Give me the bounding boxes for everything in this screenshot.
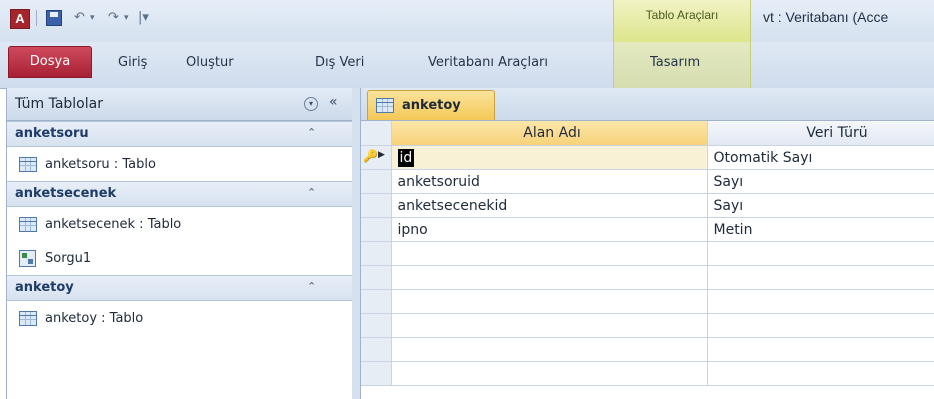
tab-home[interactable]: Giriş: [118, 55, 147, 70]
field-name-value: id: [397, 148, 415, 167]
current-row-pointer-icon: ▶: [378, 150, 385, 160]
nav-item-label: Sorgu1: [45, 251, 92, 266]
document-area: anketoy Alan Adı Veri Türü 🔑 ▶ id Otomat…: [361, 88, 934, 399]
nav-group-anketoy[interactable]: anketoy ⌃: [7, 275, 353, 301]
row-selector[interactable]: [361, 169, 392, 194]
tab-design[interactable]: Tasarım: [650, 55, 700, 70]
row-selector[interactable]: [361, 193, 392, 218]
collapse-pane-icon[interactable]: «: [329, 94, 338, 110]
chevron-up-icon[interactable]: ⌃: [307, 280, 316, 293]
data-type-cell[interactable]: Metin: [707, 217, 934, 242]
nav-group-anketsoru[interactable]: anketsoru ⌃: [7, 121, 353, 147]
nav-group-anketsecenek[interactable]: anketsecenek ⌃: [7, 181, 353, 207]
primary-key-icon: 🔑: [363, 149, 378, 163]
data-type-cell[interactable]: Otomatik Sayı: [707, 145, 934, 170]
field-name-cell[interactable]: [391, 361, 708, 386]
context-group-table-tools: Tablo Araçları: [613, 0, 751, 42]
nav-item-anketsoru-table[interactable]: anketsoru : Tablo: [7, 147, 353, 181]
row-selector[interactable]: [361, 265, 392, 290]
data-type-cell[interactable]: [707, 313, 934, 338]
chevron-up-icon[interactable]: ⌃: [307, 126, 316, 139]
title-bar: A ↶ ▾ ↷ ▾ |▾ Tablo Araçları vt : Veritab…: [0, 0, 934, 42]
redo-dropdown-icon[interactable]: ▾: [124, 8, 129, 28]
nav-item-sorgu1[interactable]: Sorgu1: [7, 241, 353, 275]
field-name-cell[interactable]: [391, 241, 708, 266]
field-name-cell[interactable]: [391, 337, 708, 362]
query-icon: [19, 250, 36, 267]
table-row: 🔑 ▶ id Otomatik Sayı: [361, 145, 934, 170]
customize-toolbar-icon[interactable]: |▾: [138, 8, 149, 28]
tab-external-data[interactable]: Dış Veri: [315, 55, 364, 70]
row-selector[interactable]: [361, 289, 392, 314]
row-selector[interactable]: [361, 313, 392, 338]
table-row: [361, 241, 934, 266]
data-type-cell[interactable]: [707, 265, 934, 290]
table-design-grid: Alan Adı Veri Türü 🔑 ▶ id Otomatik Sayı …: [361, 121, 934, 386]
undo-dropdown-icon[interactable]: ▾: [90, 8, 95, 28]
nav-item-label: anketsoru : Tablo: [45, 157, 156, 172]
save-icon[interactable]: [46, 10, 62, 26]
nav-dropdown-icon[interactable]: ▾: [304, 97, 318, 111]
row-selector[interactable]: [361, 241, 392, 266]
table-row: anketsecenekid Sayı: [361, 193, 934, 218]
row-selector[interactable]: [361, 337, 392, 362]
table-row: [361, 265, 934, 290]
table-row: [361, 361, 934, 386]
table-row: ipno Metin: [361, 217, 934, 242]
column-header-data-type[interactable]: Veri Türü: [707, 121, 934, 146]
field-name-cell[interactable]: [391, 289, 708, 314]
data-type-cell[interactable]: Sayı: [707, 193, 934, 218]
field-name-cell[interactable]: id: [391, 145, 708, 170]
access-app-icon[interactable]: A: [10, 9, 30, 29]
table-row: [361, 313, 934, 338]
table-icon: [19, 311, 37, 326]
pane-splitter[interactable]: [352, 88, 361, 399]
document-tab-label: anketoy: [402, 98, 461, 113]
table-row: [361, 337, 934, 362]
nav-group-label: anketsecenek: [15, 186, 117, 201]
data-type-cell[interactable]: [707, 361, 934, 386]
nav-item-label: anketsecenek : Tablo: [45, 217, 182, 232]
nav-item-anketoy-table[interactable]: anketoy : Tablo: [7, 301, 353, 335]
table-row: [361, 289, 934, 314]
tab-file[interactable]: Dosya: [8, 46, 92, 78]
data-type-cell[interactable]: [707, 241, 934, 266]
column-header-field-name[interactable]: Alan Adı: [391, 121, 708, 146]
data-type-cell[interactable]: [707, 337, 934, 362]
undo-icon[interactable]: ↶: [74, 8, 85, 28]
row-selector[interactable]: [361, 217, 392, 242]
document-tab-bar: anketoy: [361, 88, 934, 121]
field-name-cell[interactable]: [391, 313, 708, 338]
data-type-cell[interactable]: [707, 289, 934, 314]
table-row: anketsoruid Sayı: [361, 169, 934, 194]
nav-pane-title: Tüm Tablolar: [15, 96, 103, 112]
context-group-label: Tablo Araçları: [645, 8, 719, 22]
table-icon: [376, 98, 394, 113]
tab-database-tools[interactable]: Veritabanı Araçları: [428, 55, 548, 70]
row-selector[interactable]: 🔑 ▶: [361, 145, 392, 170]
field-name-cell[interactable]: anketsoruid: [391, 169, 708, 194]
chevron-up-icon[interactable]: ⌃: [307, 186, 316, 199]
field-name-cell[interactable]: anketsecenekid: [391, 193, 708, 218]
field-name-cell[interactable]: [391, 265, 708, 290]
nav-pane-header[interactable]: Tüm Tablolar ▾ «: [7, 88, 353, 121]
window-title: vt : Veritabanı (Acce: [763, 9, 889, 25]
table-icon: [19, 217, 37, 232]
tab-create[interactable]: Oluştur: [186, 55, 234, 70]
data-type-cell[interactable]: Sayı: [707, 169, 934, 194]
separator: [36, 10, 37, 26]
nav-item-anketsecenek-table[interactable]: anketsecenek : Tablo: [7, 207, 353, 241]
ribbon-tabs: Dosya Giriş Oluştur Dış Veri Veritabanı …: [0, 42, 934, 89]
nav-group-label: anketsoru: [15, 126, 89, 141]
nav-item-label: anketoy : Tablo: [45, 311, 144, 326]
grid-corner[interactable]: [361, 121, 392, 146]
table-icon: [19, 157, 37, 172]
nav-group-label: anketoy: [15, 280, 74, 295]
document-tab-anketoy[interactable]: anketoy: [367, 90, 495, 120]
redo-icon[interactable]: ↷: [108, 8, 119, 28]
row-selector[interactable]: [361, 361, 392, 386]
field-name-cell[interactable]: ipno: [391, 217, 708, 242]
navigation-pane: Tüm Tablolar ▾ « anketsoru ⌃ anketsoru :…: [6, 88, 354, 399]
